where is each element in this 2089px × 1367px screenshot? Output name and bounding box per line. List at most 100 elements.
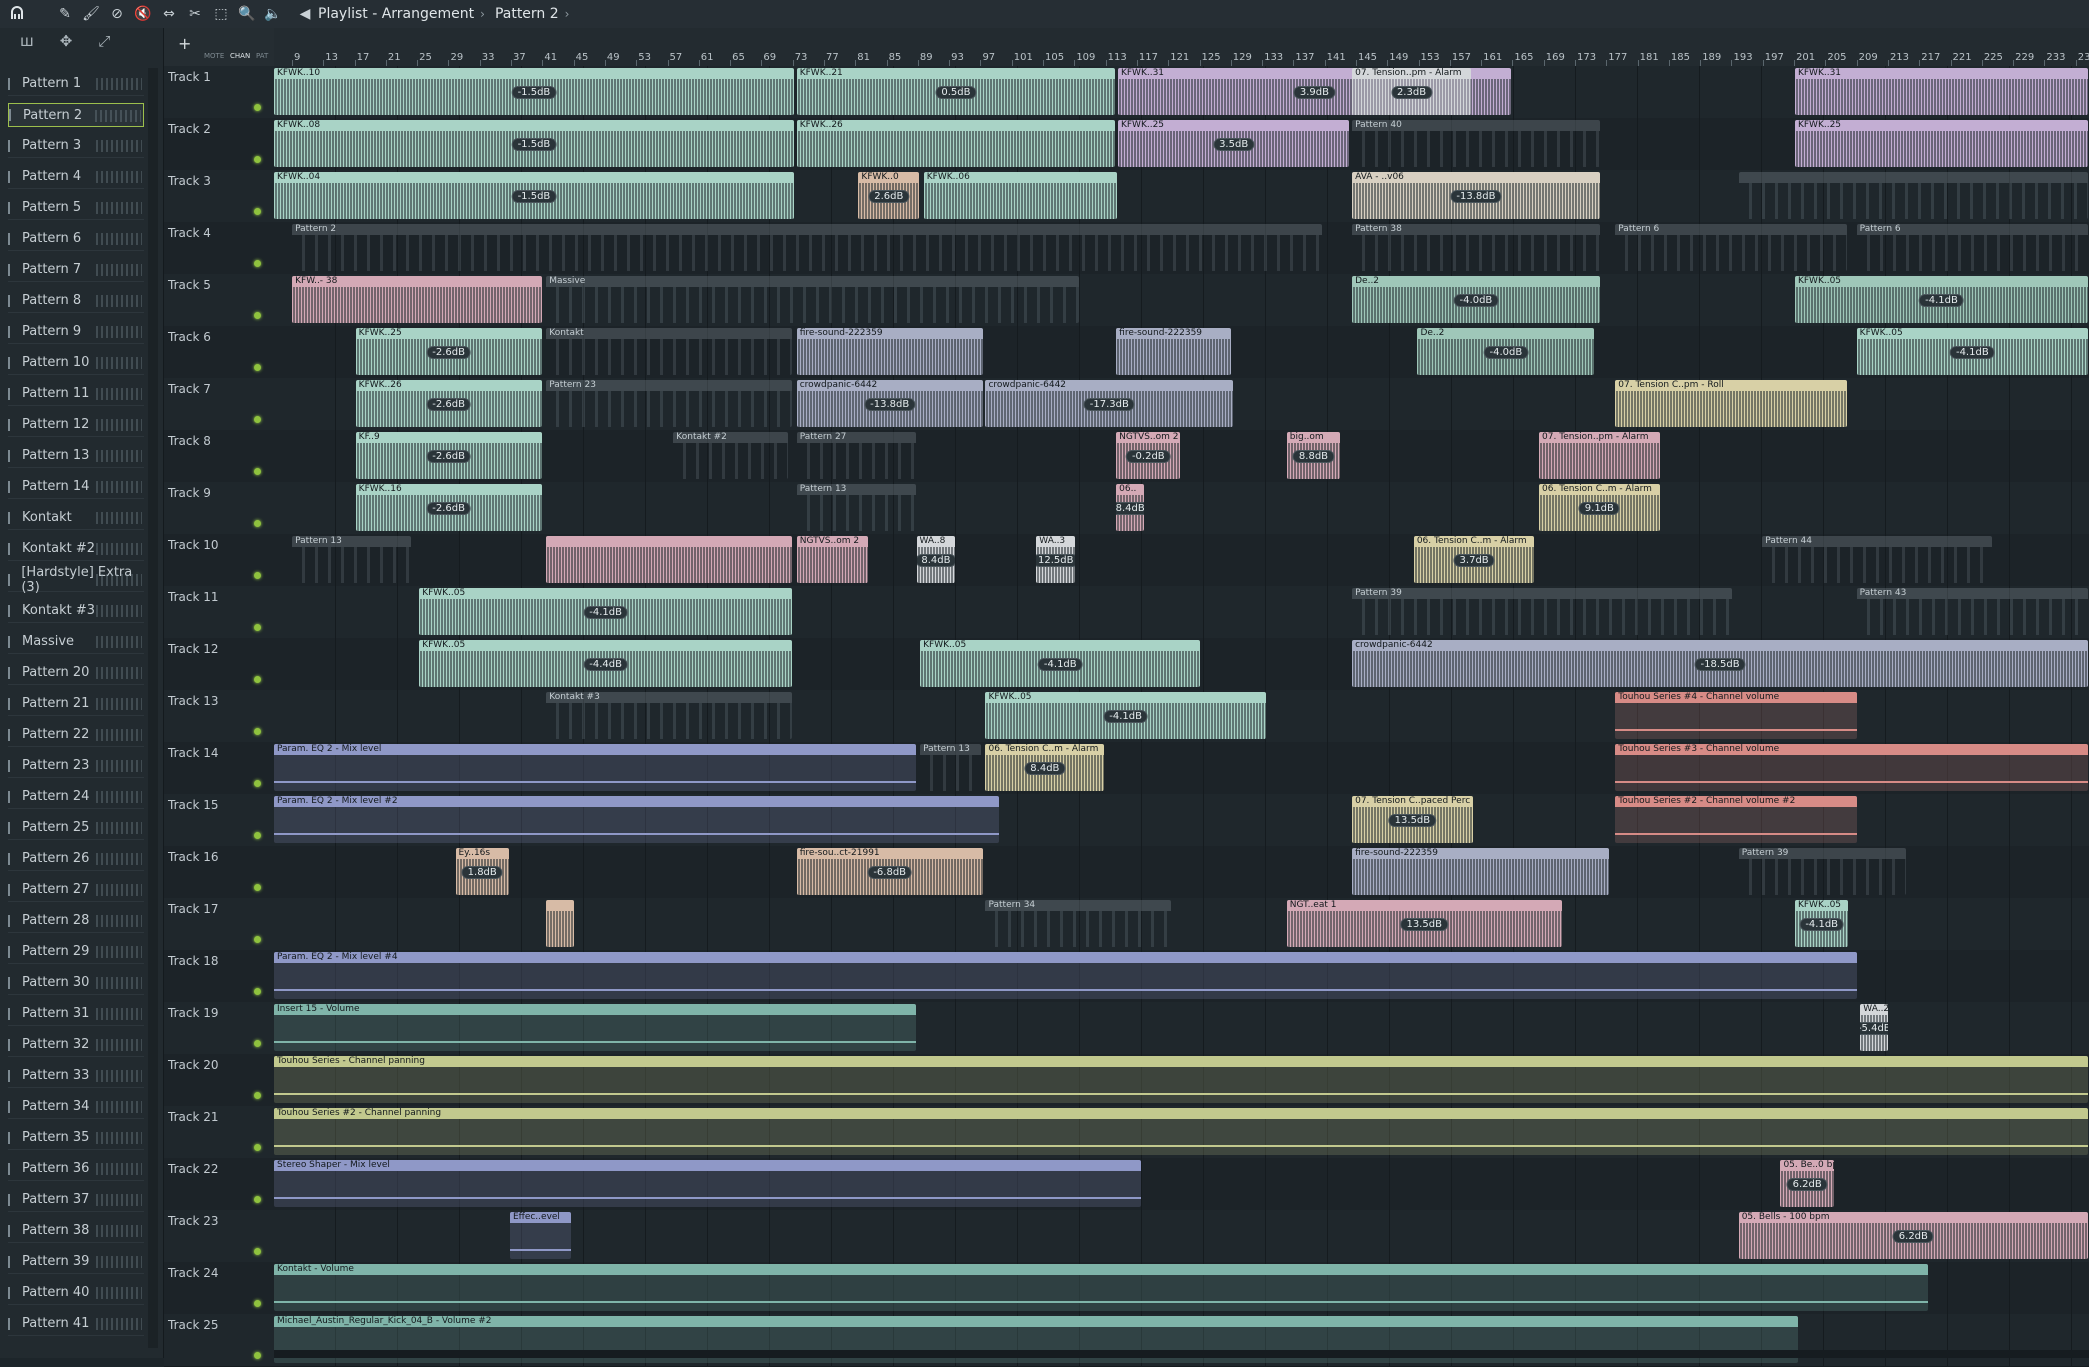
track-lane[interactable]: Kontakt #3 KFWK..05 -4.1dB Touhou Series #4… bbox=[274, 690, 2089, 742]
audio-clip[interactable]: fire-sound-222359 bbox=[1116, 328, 1232, 375]
track-lane[interactable]: Touhou Series - Channel panning bbox=[274, 1054, 2089, 1106]
pattern-clip[interactable]: Pattern 6 bbox=[1856, 224, 2088, 271]
pattern-clip[interactable]: Pattern 27 bbox=[796, 432, 916, 479]
audio-clip[interactable]: KFWK..08 -1.5dB bbox=[274, 120, 794, 167]
track-label[interactable]: Track 20 bbox=[168, 1058, 218, 1072]
draw-icon[interactable]: ✎ bbox=[56, 5, 74, 23]
track-lane[interactable]: Kontakt - Volume bbox=[274, 1262, 2089, 1314]
audio-clip[interactable]: KFWK..04 -1.5dB bbox=[274, 172, 794, 219]
paint-icon[interactable]: 🖌 bbox=[82, 5, 100, 23]
select-icon[interactable]: ⬚ bbox=[212, 5, 230, 23]
track-mute-led[interactable] bbox=[254, 1196, 261, 1203]
mode-label-chan[interactable]: CHAN bbox=[230, 52, 250, 60]
track-lane[interactable]: Stereo Shaper - Mix level 05. Be..0 bpm 6.… bbox=[274, 1158, 2089, 1210]
track-label[interactable]: Track 7 bbox=[168, 382, 211, 396]
track-label[interactable]: Track 12 bbox=[168, 642, 218, 656]
pattern-clip[interactable]: Pattern 13 bbox=[920, 744, 981, 791]
audio-clip[interactable]: KFWK..05 -4.1dB bbox=[1794, 276, 2088, 323]
track-mute-led[interactable] bbox=[254, 936, 261, 943]
audio-clip[interactable]: KFWK..26 -2.6dB bbox=[355, 380, 542, 427]
audio-clip[interactable]: KFWK..05 -4.1dB bbox=[920, 640, 1201, 687]
track-label[interactable]: Track 13 bbox=[168, 694, 218, 708]
audio-clip[interactable]: KFWK..26 bbox=[796, 120, 1116, 167]
audio-clip[interactable]: KFW..- 38 bbox=[292, 276, 542, 323]
track-lane[interactable]: KFWK..05 -4.4dB KFWK..05 -4.1dB crowdpanic-6… bbox=[274, 638, 2089, 690]
track-mute-led[interactable] bbox=[254, 676, 261, 683]
automation-clip[interactable]: Param. EQ 2 - Mix level #4 bbox=[274, 952, 1858, 999]
track-label[interactable]: Track 21 bbox=[168, 1110, 218, 1124]
track-lane[interactable]: Param. EQ 2 - Mix level #4 bbox=[274, 950, 2089, 1002]
track-label[interactable]: Track 1 bbox=[168, 70, 211, 84]
track-label[interactable]: Track 5 bbox=[168, 278, 211, 292]
track-lane[interactable]: Param. EQ 2 - Mix level Pattern 13 06. Ten… bbox=[274, 742, 2089, 794]
audio-clip[interactable]: fire-sound-222359 bbox=[1352, 848, 1609, 895]
track-lane[interactable]: Effec..evel 05. Bells - 100 bpm 6.2dB bbox=[274, 1210, 2089, 1262]
picker-tool-icon[interactable]: ш bbox=[20, 32, 34, 50]
audio-clip[interactable]: 06. Tension C..m - Alarm 3.7dB bbox=[1413, 536, 1535, 583]
audio-clip[interactable]: KFWK..21 0.5dB bbox=[796, 68, 1116, 115]
automation-clip[interactable]: Touhou Series - Channel panning bbox=[274, 1056, 2088, 1103]
audio-clip[interactable]: AVA - ..v06 -13.8dB bbox=[1352, 172, 1600, 219]
track-lane[interactable]: Michael_Austin_Regular_Kick_04_B - Volum… bbox=[274, 1314, 2089, 1366]
current-pattern[interactable]: Pattern 2 bbox=[495, 6, 559, 22]
pattern-clip[interactable]: Kontakt #3 bbox=[546, 692, 793, 739]
audio-clip[interactable]: De..2 -4.0dB bbox=[1417, 328, 1595, 375]
pattern-clip[interactable]: Kontakt bbox=[546, 328, 793, 375]
audio-clip[interactable] bbox=[546, 536, 793, 583]
automation-clip[interactable]: Touhou Series #3 - Channel volume bbox=[1615, 744, 2088, 791]
mode-label-mote[interactable]: MOTE bbox=[204, 52, 224, 60]
audio-clip[interactable]: 07. Tension..pm - Alarm 2.3dB bbox=[1352, 68, 1471, 115]
audio-clip[interactable]: WA..8 8.4dB bbox=[916, 536, 956, 583]
audio-clip[interactable]: KFWK..05 -4.1dB bbox=[419, 588, 793, 635]
audio-clip[interactable]: WA..3 12.5dB bbox=[1036, 536, 1076, 583]
audio-clip[interactable]: KFWK..25 bbox=[1794, 120, 2088, 167]
audio-clip[interactable]: De..2 -4.0dB bbox=[1352, 276, 1600, 323]
audio-clip[interactable]: 07. Tension C..paced Perc 13.5dB bbox=[1352, 796, 1473, 843]
pattern-clip[interactable]: Pattern 39 bbox=[1738, 848, 1907, 895]
track-label[interactable]: Track 9 bbox=[168, 486, 211, 500]
track-lane[interactable]: Pattern 2 Pattern 38 Pattern 6 Pattern 6 bbox=[274, 222, 2089, 274]
pattern-clip[interactable]: Pattern 38 bbox=[1352, 224, 1600, 271]
audio-clip[interactable]: KFWK..05 -4.1dB bbox=[1794, 900, 1849, 947]
track-label[interactable]: Track 11 bbox=[168, 590, 218, 604]
track-mute-led[interactable] bbox=[254, 832, 261, 839]
horizontal-scrollbar[interactable] bbox=[274, 1350, 2089, 1358]
audio-clip[interactable]: NGTVS..om 2 -0.2dB bbox=[1116, 432, 1181, 479]
automation-clip[interactable]: Kontakt - Volume bbox=[274, 1264, 1929, 1311]
audio-clip[interactable]: crowdpanic-6442 -13.8dB bbox=[796, 380, 983, 427]
pattern-clip[interactable]: Pattern 44 bbox=[1762, 536, 1992, 583]
audio-clip[interactable]: KFWK..0 2.6dB bbox=[858, 172, 920, 219]
track-label[interactable]: Track 2 bbox=[168, 122, 211, 136]
track-lane[interactable]: Pattern 13 NGTVS..om 2 WA..8 8.4dB WA..3 12.5… bbox=[274, 534, 2089, 586]
audio-clip[interactable]: KFWK..31 bbox=[1794, 68, 2088, 115]
pattern-clip[interactable]: Pattern 39 bbox=[1352, 588, 1733, 635]
track-label[interactable]: Track 22 bbox=[168, 1162, 218, 1176]
track-lane[interactable]: KFWK..25 -2.6dB Kontakt fire-sound-222359 fi… bbox=[274, 326, 2089, 378]
track-label[interactable]: Track 19 bbox=[168, 1006, 218, 1020]
audio-clip[interactable]: fire-sou..ct-21991 -6.8dB bbox=[796, 848, 983, 895]
track-lane[interactable]: Insert 15 - Volume WA..2 -5.4dB bbox=[274, 1002, 2089, 1054]
track-lane[interactable]: KF..9 -2.6dB Kontakt #2 Pattern 27 NGTVS..om… bbox=[274, 430, 2089, 482]
track-mute-led[interactable] bbox=[254, 1092, 261, 1099]
track-mute-led[interactable] bbox=[254, 208, 261, 215]
track-lane[interactable]: KFWK..04 -1.5dB KFWK..0 2.6dB KFWK..06 AVA - … bbox=[274, 170, 2089, 222]
track-label[interactable]: Track 15 bbox=[168, 798, 218, 812]
audio-clip[interactable]: big..om 8.8dB bbox=[1286, 432, 1341, 479]
track-mute-led[interactable] bbox=[254, 416, 261, 423]
automation-clip[interactable]: Insert 15 - Volume bbox=[274, 1004, 916, 1051]
track-label[interactable]: Track 24 bbox=[168, 1266, 218, 1280]
track-mute-led[interactable] bbox=[254, 884, 261, 891]
track-mute-led[interactable] bbox=[254, 1144, 261, 1151]
track-mute-led[interactable] bbox=[254, 260, 261, 267]
pattern-clip[interactable]: Kontakt #2 bbox=[673, 432, 789, 479]
automation-clip[interactable]: Param. EQ 2 - Mix level #2 bbox=[274, 796, 999, 843]
automation-clip[interactable]: Touhou Series #2 - Channel volume #2 bbox=[1615, 796, 1858, 843]
audio-clip[interactable]: crowdpanic-6442 -17.3dB bbox=[985, 380, 1234, 427]
audio-clip[interactable]: KFWK..05 -4.1dB bbox=[1856, 328, 2088, 375]
audio-clip[interactable]: NGTVS..om 2 bbox=[796, 536, 869, 583]
track-label[interactable]: Track 14 bbox=[168, 746, 218, 760]
mute-icon[interactable]: 🔇 bbox=[134, 5, 152, 23]
timeline-ruler[interactable]: 9 13 17 21 25 29 33 37 41 45 49 53 57 61 65 69 73 77 81 85 8… bbox=[274, 28, 2089, 67]
slice-icon[interactable]: ✂ bbox=[186, 5, 204, 23]
track-lane[interactable]: KFWK..16 -2.6dB Pattern 13 06.. 8.4dB 06. Ten… bbox=[274, 482, 2089, 534]
